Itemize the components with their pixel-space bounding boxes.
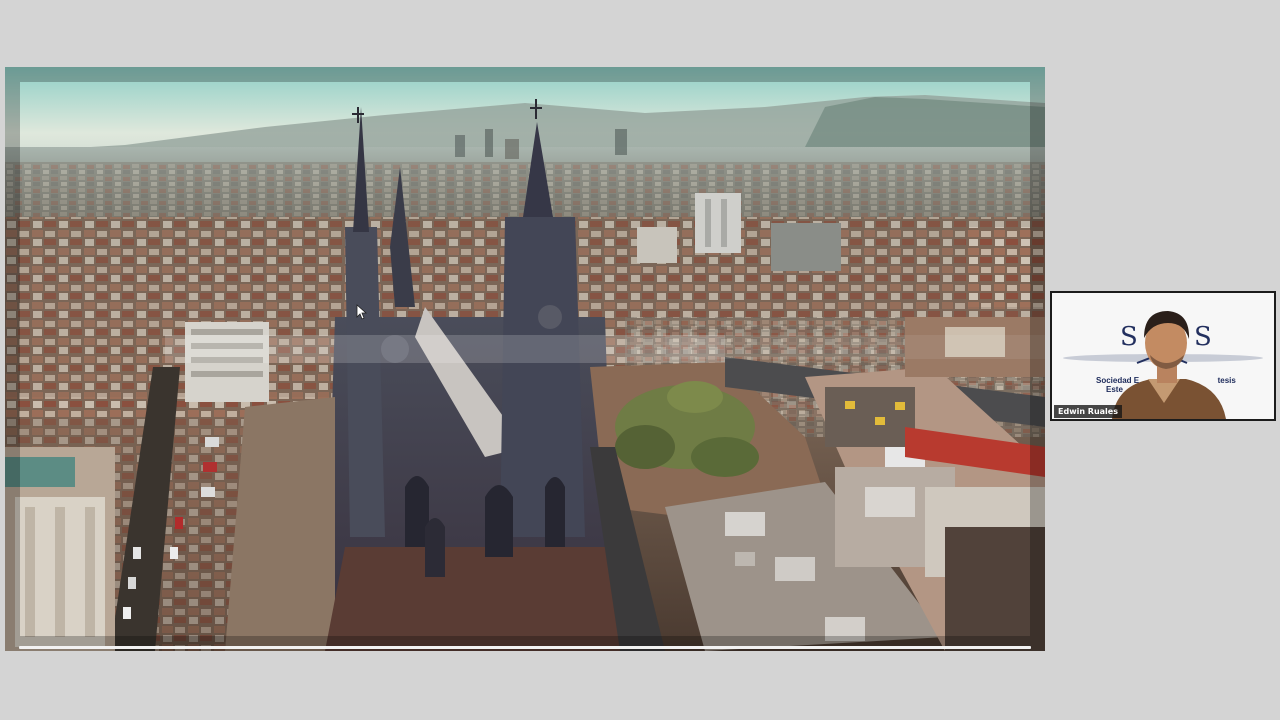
mouse-pointer-icon [356, 304, 368, 320]
background-text-line1: Sociedad E [1096, 376, 1140, 385]
background-logo-letter-right: S [1194, 322, 1212, 352]
background-text-line2: Este [1106, 385, 1123, 394]
video-progress-bar[interactable] [19, 646, 1031, 649]
aerial-city-image [5, 67, 1045, 651]
participant-background-text: Sociedad E tesis Este [1096, 376, 1256, 394]
participant-name-label: Edwin Ruales [1054, 405, 1122, 418]
background-text-line1-tail: tesis [1217, 376, 1236, 385]
shared-screen-video[interactable] [5, 67, 1045, 651]
background-logo-letter-left: S [1120, 322, 1138, 352]
meeting-stage: S S Sociedad E tesis Este Edwin Ruales [0, 0, 1280, 720]
participant-video-tile[interactable]: S S Sociedad E tesis Este Edwin Ruales [1050, 291, 1276, 421]
participant-video-feed: S S [1052, 293, 1274, 419]
